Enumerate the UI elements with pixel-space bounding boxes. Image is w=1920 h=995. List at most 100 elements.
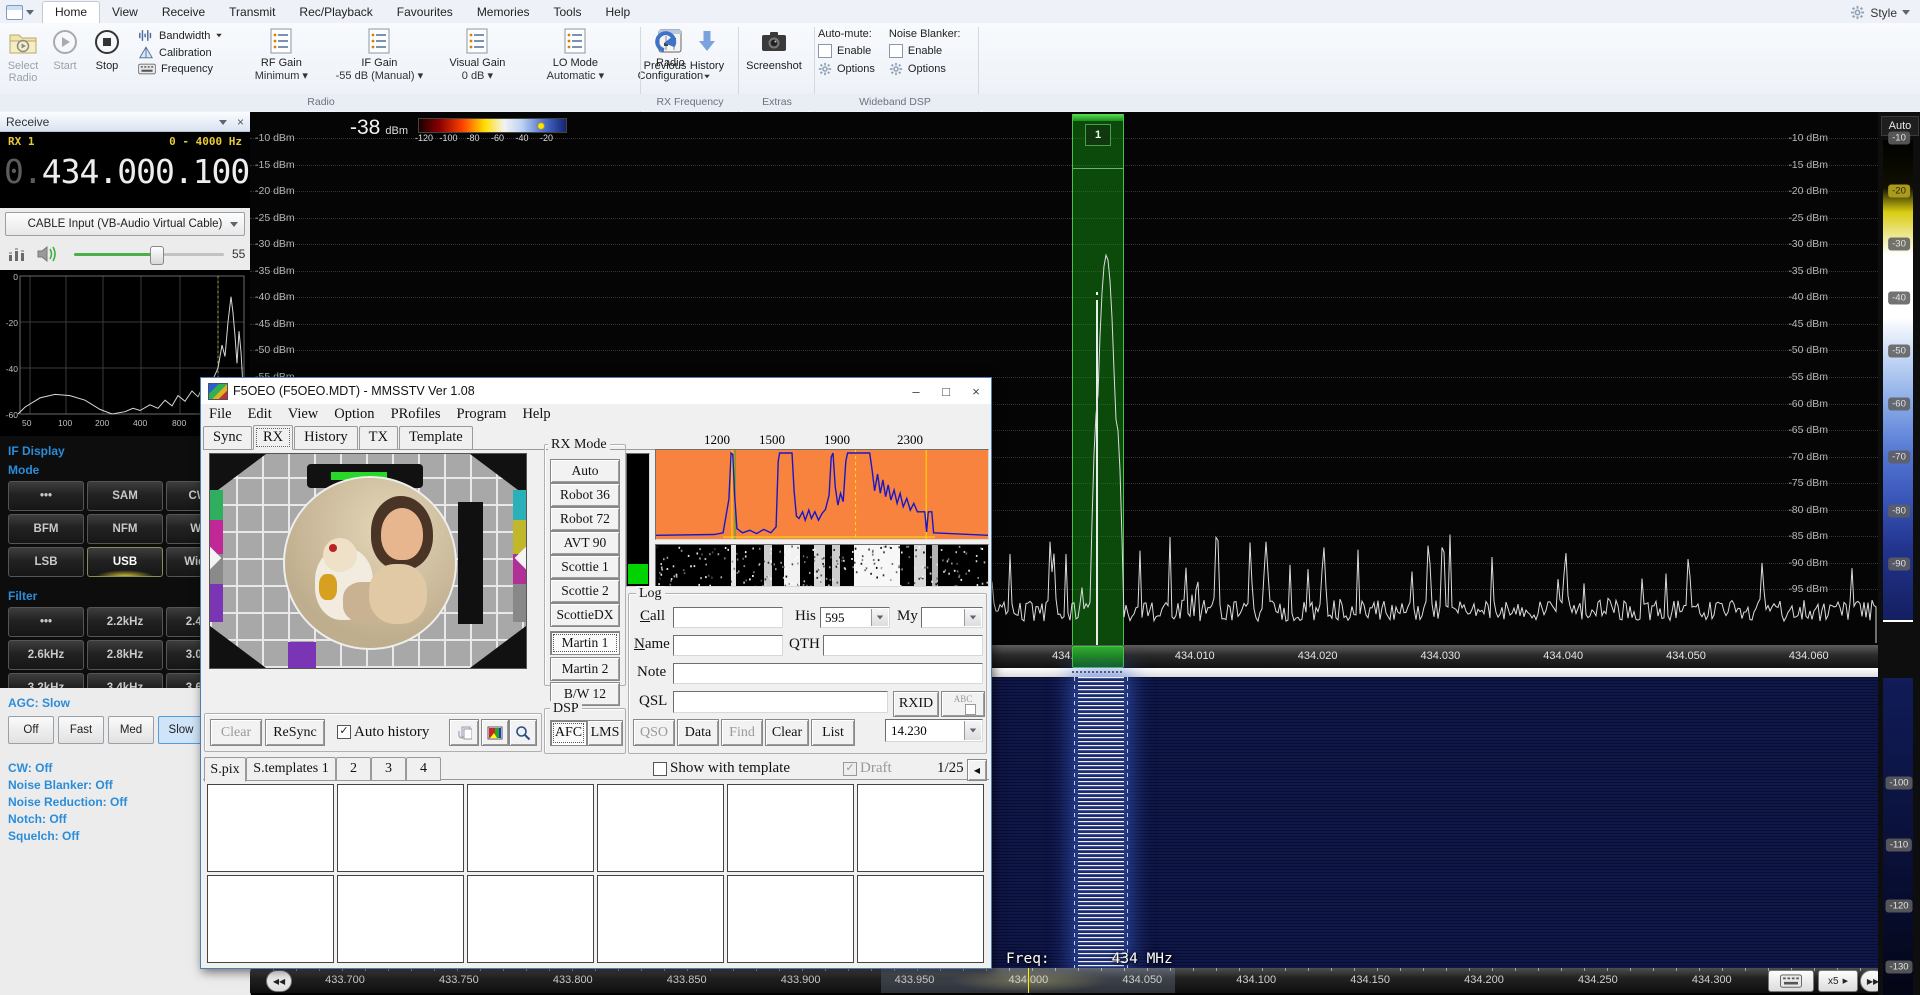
bandwidth-button[interactable]: Bandwidth: [138, 29, 223, 42]
lms-button[interactable]: LMS: [587, 720, 623, 746]
mmsstv-menu-edit[interactable]: Edit: [240, 406, 280, 423]
agc-button-off[interactable]: Off: [8, 716, 54, 744]
stock-thumbnail[interactable]: [467, 784, 594, 872]
auto-mute-enable[interactable]: Enable: [818, 44, 875, 58]
mode-button-bfm[interactable]: BFM: [8, 514, 84, 544]
mmsstv-window[interactable]: F5OEO (F5OEO.MDT) - MMSSTV Ver 1.08 – □ …: [200, 377, 992, 969]
sstv-mode-auto[interactable]: Auto: [550, 459, 620, 483]
stock-thumbnail[interactable]: [207, 784, 334, 872]
mmsstv-tab-tx[interactable]: TX: [359, 426, 398, 449]
mode-button-nfm[interactable]: NFM: [87, 514, 163, 544]
lo-mode-button[interactable]: LO ModeAutomatic ▾: [523, 23, 627, 83]
ribbon-tab-help[interactable]: Help: [594, 2, 643, 23]
ribbon-tab-tools[interactable]: Tools: [542, 2, 594, 23]
qat-chevron-icon[interactable]: [26, 10, 34, 15]
qso-button[interactable]: QSO: [633, 719, 675, 746]
his-combo[interactable]: 595: [820, 607, 890, 628]
pan-left-button[interactable]: ◀◀: [266, 970, 292, 992]
noise-blanker-enable[interactable]: Enable: [889, 44, 961, 58]
mmsstv-menu-option[interactable]: Option: [326, 406, 382, 423]
noise-blanker-options[interactable]: Options: [889, 62, 961, 76]
mmsstv-tab-history[interactable]: History: [294, 426, 358, 449]
sstv-mode-scottie-1[interactable]: Scottie 1: [550, 555, 620, 579]
stock-thumbnail[interactable]: [727, 784, 854, 872]
ribbon-tab-transmit[interactable]: Transmit: [217, 2, 287, 23]
agc-button-slow[interactable]: Slow: [158, 716, 204, 744]
sstv-mode-robot-36[interactable]: Robot 36: [550, 483, 620, 507]
draft-checkbox[interactable]: ✓: [843, 762, 857, 776]
panel-close-icon[interactable]: ×: [237, 115, 244, 129]
clear-log-button[interactable]: Clear: [765, 719, 809, 746]
filter-button-2-8khz[interactable]: 2.8kHz: [87, 640, 163, 670]
mmsstv-menu-file[interactable]: File: [201, 406, 240, 423]
mode-button-[interactable]: •••: [8, 481, 84, 511]
call-input[interactable]: [673, 607, 783, 628]
bottom-frequency-bar[interactable]: 433.700433.750433.800433.850433.900433.9…: [250, 968, 1878, 993]
style-menu[interactable]: Style: [1840, 5, 1920, 23]
auto-mute-options[interactable]: Options: [818, 62, 875, 76]
filter-button-2-2khz[interactable]: 2.2kHz: [87, 607, 163, 637]
stock-thumbnail[interactable]: [337, 875, 464, 963]
copy-image-button[interactable]: [449, 719, 479, 746]
ribbon-tab-rec-playback[interactable]: Rec/Playback: [287, 2, 384, 23]
stock-thumbnail[interactable]: [597, 875, 724, 963]
mmsstv-tab-sync[interactable]: Sync: [203, 426, 252, 449]
magnify-button[interactable]: [509, 719, 537, 746]
stock-thumbnail[interactable]: [857, 784, 984, 872]
list-button[interactable]: List: [811, 719, 855, 746]
ribbon-tab-receive[interactable]: Receive: [150, 2, 217, 23]
stock-thumbnail[interactable]: [467, 875, 594, 963]
previous-button[interactable]: Previous: [644, 23, 686, 72]
mmsstv-menu-profiles[interactable]: PRofiles: [383, 406, 449, 423]
stock-tab-s-templates-1[interactable]: S.templates 1: [246, 757, 336, 781]
start-button[interactable]: Start: [44, 23, 86, 72]
volume-slider-handle[interactable]: [150, 246, 164, 265]
rx-channel-scale-marker[interactable]: [1072, 646, 1124, 668]
stock-tab-2[interactable]: 2: [336, 757, 371, 781]
speaker-icon[interactable]: [36, 245, 60, 263]
if-gain-button[interactable]: IF Gain-55 dB (Manual) ▾: [327, 23, 431, 83]
qsl-input[interactable]: [673, 691, 888, 713]
mmsstv-menu-view[interactable]: View: [280, 406, 327, 423]
auto-history-checkbox[interactable]: ✓: [337, 725, 351, 739]
visual-gain-button[interactable]: Visual Gain0 dB ▾: [431, 23, 523, 83]
auto-mute-enable-checkbox[interactable]: [818, 44, 832, 58]
zoom-x5-button[interactable]: x5▶: [1818, 970, 1858, 992]
sstv-mode-martin-2[interactable]: Martin 2: [550, 657, 620, 681]
sstv-mode-avt-90[interactable]: AVT 90: [550, 531, 620, 555]
afc-button[interactable]: AFC: [550, 720, 587, 746]
filter-button-2-6khz[interactable]: 2.6kHz: [8, 640, 84, 670]
mode-button-lsb[interactable]: LSB: [8, 547, 84, 577]
stock-tab-s-pix[interactable]: S.pix: [204, 757, 246, 782]
calibration-button[interactable]: Calibration: [138, 46, 223, 59]
ribbon-tab-view[interactable]: View: [100, 2, 150, 23]
mmsstv-tab-template[interactable]: Template: [399, 426, 473, 449]
receive-panel-header[interactable]: Receive ×: [0, 112, 250, 132]
frequency-digits[interactable]: 434.000.100: [42, 152, 250, 191]
stock-thumbnail[interactable]: [597, 784, 724, 872]
stock-thumbnail[interactable]: [857, 875, 984, 963]
log-frequency-combo[interactable]: 14.230: [885, 719, 983, 742]
mmsstv-minimize-button[interactable]: –: [901, 380, 931, 402]
stock-prev-button[interactable]: ◀: [967, 759, 987, 781]
find-button[interactable]: Find: [721, 719, 763, 746]
ribbon-tab-favourites[interactable]: Favourites: [385, 2, 465, 23]
mode-button-sam[interactable]: SAM: [87, 481, 163, 511]
name-input[interactable]: [673, 635, 783, 656]
qth-input[interactable]: [823, 635, 983, 656]
quick-access-toolbar[interactable]: [0, 5, 42, 23]
frequency-ghz-digits[interactable]: 0.: [4, 152, 42, 191]
data-button[interactable]: Data: [677, 719, 719, 746]
select-radio-button[interactable]: Select Radio: [2, 23, 44, 84]
image-tool-button[interactable]: [481, 719, 509, 746]
mmsstv-close-button[interactable]: ×: [961, 380, 991, 402]
rxid-button[interactable]: RXID: [893, 691, 939, 717]
agc-button-fast[interactable]: Fast: [58, 716, 104, 744]
stock-tab-4[interactable]: 4: [406, 757, 441, 781]
frequency-display[interactable]: RX 1 0 - 4000 Hz 0.434.000.100: [0, 132, 250, 208]
stock-tab-3[interactable]: 3: [371, 757, 406, 781]
mmsstv-menu-program[interactable]: Program: [449, 406, 515, 423]
note-input[interactable]: [673, 663, 983, 684]
keyboard-entry-button[interactable]: [1768, 970, 1814, 992]
filter-button-dots[interactable]: •••: [8, 607, 84, 637]
